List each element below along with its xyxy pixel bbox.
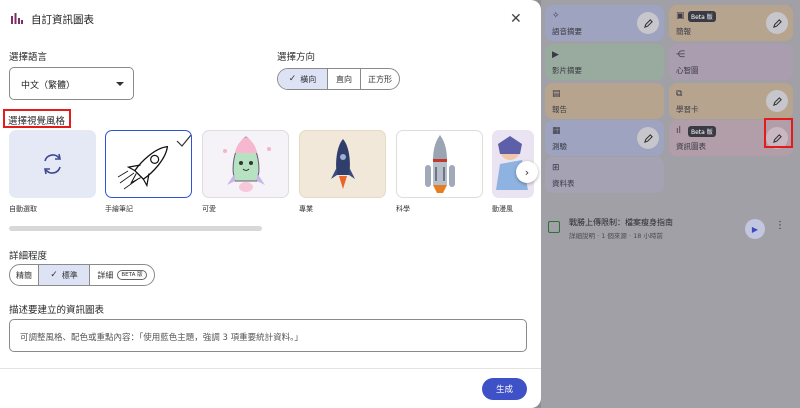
close-icon[interactable]: ✕ (510, 12, 522, 26)
studio-card-flashcards[interactable]: ⧉ 學習卡 (669, 83, 793, 119)
style-tile-sketch[interactable] (105, 130, 192, 198)
edit-icon[interactable] (766, 12, 788, 34)
refresh-icon (44, 153, 61, 175)
style-label-professional: 專業 (299, 205, 313, 213)
chevron-right-icon: › (524, 165, 530, 179)
detail-level-toggle: 精簡 ✓ 標準 詳細 BETA 版 (9, 264, 155, 286)
edit-icon[interactable] (637, 12, 659, 34)
orientation-square[interactable]: 正方形 (361, 69, 399, 89)
flat-rocket-icon (331, 139, 355, 189)
edit-icon[interactable] (637, 127, 659, 149)
style-tile-auto[interactable] (9, 130, 96, 198)
style-label-anime: 動漫風 (492, 205, 513, 213)
studio-card-mindmap[interactable]: ⋲ 心智圖 (669, 44, 793, 80)
beta-badge: BETA 版 (117, 270, 147, 280)
divider (0, 368, 541, 369)
infographic-icon (11, 13, 23, 24)
check-icon: ✓ (288, 74, 297, 84)
style-label-sketch: 手繪筆記 (105, 205, 133, 213)
source-icon (548, 221, 560, 233)
studio-card-data-table[interactable]: ⊞ 資料表 (545, 157, 664, 193)
realistic-rocket-icon (425, 135, 455, 193)
orientation-landscape[interactable]: ✓ 橫向 (278, 69, 328, 89)
language-label: 選擇語言 (9, 52, 48, 63)
source-item[interactable]: 戰勝上傳限制：檔案瘦身指南 詳細說明 · 1 個來源 · 18 小時前 ▶ ⋮ (545, 211, 795, 245)
check-icon: ✓ (50, 270, 58, 280)
sketch-rocket-icon (117, 134, 191, 190)
studio-card-audio-overview[interactable]: ✧ 語音摘要 (545, 5, 664, 41)
table-icon: ⊞ (552, 163, 560, 173)
studio-card-video-overview[interactable]: ▶ 影片摘要 (545, 44, 664, 80)
language-select[interactable]: 中文（繁體） (9, 67, 134, 100)
studio-card-slides[interactable]: ▣ Beta 版 簡報 (669, 5, 793, 41)
highlight-box (764, 118, 793, 148)
description-input[interactable]: 可調整風格、配色或重點內容：「使用藍色主題，強調 3 項重要統計資料。」 (9, 319, 527, 352)
detail-label: 詳細程度 (9, 251, 48, 262)
mindmap-icon: ⋲ (676, 50, 685, 60)
highlight-box (3, 109, 71, 128)
studio-card-report[interactable]: ▤ 報告 (545, 83, 664, 119)
orientation-portrait[interactable]: 直向 (328, 69, 361, 89)
dropdown-caret-icon (116, 82, 124, 86)
edit-icon[interactable] (766, 90, 788, 112)
quiz-icon: ▦ (552, 126, 561, 136)
report-icon: ▤ (552, 89, 561, 99)
style-label-scientific: 科學 (396, 205, 410, 213)
generate-button[interactable]: 生成 (482, 378, 527, 400)
dialog-title: 自訂資訊圖表 (31, 14, 94, 26)
waveform-icon: ✧ (552, 11, 560, 21)
describe-label: 描述要建立的資訊圖表 (9, 305, 105, 316)
detail-standard[interactable]: ✓ 標準 (39, 265, 90, 285)
style-tile-scientific[interactable] (396, 130, 483, 198)
video-icon: ▶ (552, 50, 559, 60)
detail-concise[interactable]: 精簡 (10, 265, 39, 285)
style-label-auto: 自動選取 (9, 205, 37, 213)
orientation-label: 選擇方向 (277, 52, 316, 63)
slides-icon: ▣ (676, 11, 685, 21)
style-tile-cute[interactable] (202, 130, 289, 198)
play-button[interactable]: ▶ (745, 219, 765, 239)
customize-infographic-dialog: 自訂資訊圖表 ✕ 選擇語言 中文（繁體） 選擇方向 ✓ 橫向 直向 正方形 選擇視… (0, 0, 541, 408)
flashcard-icon: ⧉ (676, 89, 683, 99)
styles-scrollbar[interactable] (9, 226, 262, 231)
studio-card-quiz[interactable]: ▦ 測驗 (545, 120, 664, 156)
more-options-icon[interactable]: ⋮ (775, 220, 785, 231)
style-label-cute: 可愛 (202, 205, 216, 213)
detail-detailed[interactable]: 詳細 BETA 版 (90, 265, 154, 285)
style-tile-professional[interactable] (299, 130, 386, 198)
cute-rocket-icon (223, 136, 271, 192)
orientation-toggle: ✓ 橫向 直向 正方形 (277, 68, 400, 90)
next-styles-button[interactable]: › (516, 161, 538, 183)
infographic-icon: ıl (676, 126, 682, 136)
